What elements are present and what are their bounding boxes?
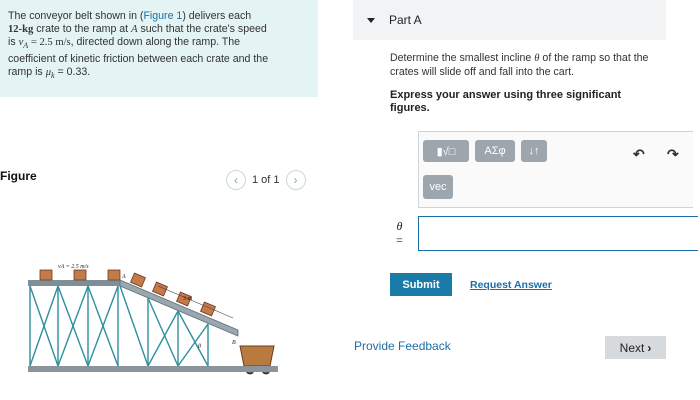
question-prefix: Determine the smallest incline <box>390 52 535 64</box>
problem-text-1: The conveyor belt shown in ( <box>8 10 144 22</box>
mu-value: = 0.33. <box>54 65 91 78</box>
pager-text: 1 of 1 <box>252 174 280 186</box>
answer-label: θ = <box>396 219 403 247</box>
greek-symbols-button[interactable]: ΑΣφ <box>475 140 515 162</box>
redo-icon[interactable]: ↷ <box>667 146 679 163</box>
conveyor-ramp-figure: vA = 2.5 m/s 3 m θ A B <box>28 264 278 375</box>
theta-annotation: θ <box>198 344 201 350</box>
part-title: Part A <box>389 13 422 27</box>
answer-equals: = <box>396 233 403 247</box>
request-answer-link[interactable]: Request Answer <box>470 279 552 291</box>
crate <box>73 269 87 281</box>
ramp <box>119 279 239 337</box>
sub-sup-button[interactable]: ↓↑ <box>521 140 547 162</box>
prev-figure-button[interactable]: ‹ <box>226 170 246 190</box>
figure-pager: ‹ 1 of 1 › <box>226 170 306 190</box>
ground <box>28 366 278 372</box>
crate <box>39 269 53 281</box>
problem-statement: The conveyor belt shown in (Figure 1) de… <box>0 0 318 97</box>
chevron-left-icon: ‹ <box>234 173 238 187</box>
problem-text-6: , directed down along the ramp. The <box>70 36 241 49</box>
question-text: Determine the smallest incline θ of the … <box>390 52 670 78</box>
length-annotation: 3 m <box>183 296 193 302</box>
vec-button[interactable]: vec <box>423 175 453 199</box>
caret-down-icon <box>367 17 375 23</box>
next-label: Next <box>619 340 645 355</box>
conveyor-truss <box>29 285 119 367</box>
sub-sup-button-group: ↓↑ <box>521 140 547 162</box>
undo-icon[interactable]: ↶ <box>633 146 645 163</box>
problem-text-8: ramp is <box>8 65 46 78</box>
crate <box>107 269 121 281</box>
crate-mass: 12-kg <box>8 24 34 36</box>
instruction-text: Express your answer using three signific… <box>390 89 622 114</box>
chevron-right-icon: › <box>293 173 298 187</box>
next-figure-button[interactable]: › <box>285 170 306 190</box>
point-a-annotation: A <box>121 274 126 280</box>
answer-theta-symbol: θ <box>396 219 403 233</box>
point-b-annotation: B <box>232 340 236 346</box>
velocity-annotation: vA = 2.5 m/s <box>58 264 89 270</box>
answer-input[interactable] <box>418 216 698 251</box>
problem-text-2: ) delivers each <box>182 10 252 22</box>
template-button-group: ▮√□ <box>423 140 469 162</box>
ramp-truss <box>119 285 209 367</box>
velocity-value: = 2.5 m/s <box>28 37 71 49</box>
templates-button[interactable]: ▮√□ <box>423 140 469 162</box>
chevron-right-icon: › <box>647 340 652 355</box>
problem-text-4: such that the crate's speed <box>137 23 267 36</box>
problem-text-5: is <box>8 36 19 49</box>
part-a-header[interactable]: Part A <box>353 0 666 40</box>
next-button[interactable]: Next › <box>605 336 666 359</box>
equation-editor-toolbar: ▮√□ ΑΣφ ↓↑ vec ↶ ↷ <box>418 131 693 208</box>
submit-button[interactable]: Submit <box>390 273 452 296</box>
provide-feedback-link[interactable]: Provide Feedback <box>354 339 451 353</box>
conveyor-belt <box>28 280 120 286</box>
figure-label: Figure <box>0 169 37 183</box>
greek-button-group: ΑΣφ <box>475 140 515 162</box>
problem-text-7: coefficient of kinetic friction between … <box>8 52 269 65</box>
problem-text-3: crate to the ramp at <box>33 23 132 36</box>
figure-link[interactable]: Figure 1 <box>143 10 182 22</box>
